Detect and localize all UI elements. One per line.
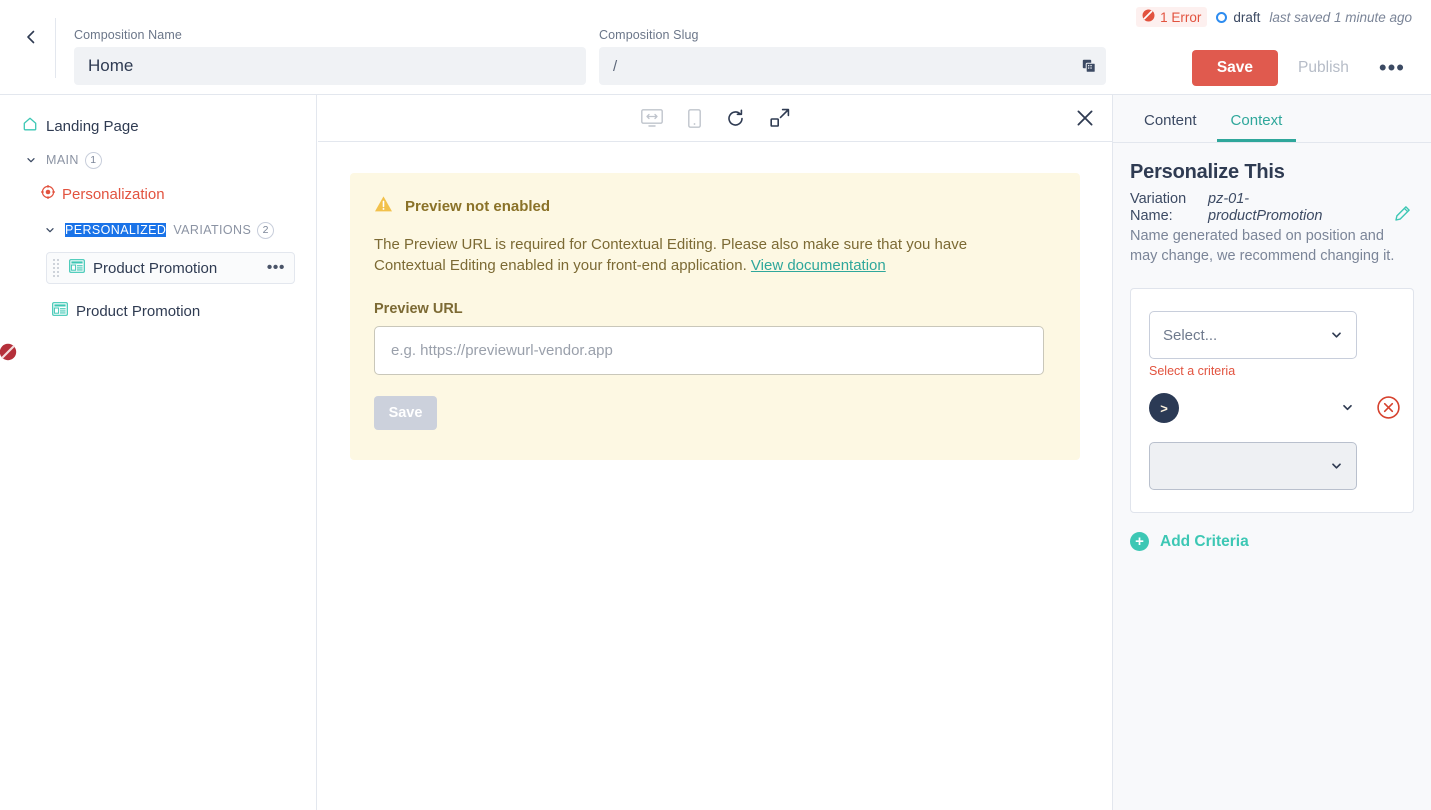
- criteria-select-error: Select a criteria: [1149, 364, 1236, 378]
- refresh-icon[interactable]: [726, 109, 745, 128]
- error-badge-label: 1 Error: [1160, 9, 1202, 25]
- tree-item-label: Product Promotion: [76, 302, 201, 320]
- variations-count: 2: [257, 221, 275, 239]
- composition-name-input[interactable]: Home: [74, 47, 586, 85]
- criteria-card: Select... Select a criteria >: [1130, 288, 1414, 513]
- chevron-down-icon[interactable]: [1341, 401, 1354, 414]
- preview-url-input[interactable]: [374, 325, 1044, 375]
- notice-header: Preview not enabled: [374, 195, 1056, 217]
- notice-title: Preview not enabled: [405, 197, 551, 215]
- tab-content[interactable]: Content: [1130, 112, 1211, 142]
- target-icon: [40, 184, 56, 203]
- preview-url-save-button[interactable]: Save: [374, 395, 437, 430]
- variation-meta: Variation pz-01- Name: productPromotion: [1130, 191, 1414, 224]
- close-icon[interactable]: [1076, 109, 1094, 127]
- plus-circle-icon: +: [1130, 532, 1149, 551]
- tree-item-product-promotion[interactable]: Product Promotion: [52, 295, 292, 327]
- criteria-select[interactable]: Select...: [1149, 311, 1357, 359]
- panel-tabs: Content Context: [1113, 95, 1431, 143]
- more-options-button[interactable]: •••: [1369, 57, 1415, 79]
- pencil-icon[interactable]: [1394, 205, 1411, 222]
- panel-body: Personalize This Variation pz-01- Name: …: [1113, 143, 1431, 551]
- variation-name-label: Name:: [1130, 208, 1173, 224]
- composition-name-label: Composition Name: [74, 28, 182, 42]
- header-divider: [55, 18, 56, 78]
- view-documentation-link[interactable]: View documentation: [751, 257, 886, 274]
- variation-name-note: Name generated based on position and may…: [1130, 228, 1395, 264]
- last-saved-text: last saved 1 minute ago: [1269, 9, 1412, 25]
- variations-label-highlighted: PERSONALIZED: [65, 223, 167, 237]
- row-error-indicator-icon: [0, 343, 17, 366]
- component-icon: [69, 259, 85, 277]
- error-badge[interactable]: 1 Error: [1136, 7, 1208, 27]
- criteria-select-value: Select...: [1163, 326, 1218, 344]
- desktop-preview-icon[interactable]: [640, 109, 663, 127]
- chevron-down-icon: [1330, 460, 1343, 473]
- component-icon: [52, 302, 68, 320]
- sidebar-section-main-count: 1: [84, 151, 102, 169]
- publish-button[interactable]: Publish: [1282, 50, 1365, 86]
- composition-name-group: Composition Name Home: [74, 28, 586, 85]
- draft-status: draft: [1216, 10, 1260, 25]
- tab-context[interactable]: Context: [1216, 112, 1297, 142]
- composition-slug-group: Composition Slug /: [599, 28, 1106, 85]
- tree-item-product-promotion-selected[interactable]: Product Promotion •••: [46, 252, 295, 284]
- variation-name-value: productPromotion: [1208, 208, 1323, 224]
- variation-label: Variation: [1130, 191, 1187, 207]
- composition-slug-value: /: [613, 57, 618, 75]
- criteria-operator-row[interactable]: >: [1149, 393, 1400, 423]
- drag-handle-icon[interactable]: [53, 259, 61, 277]
- add-criteria-label: Add Criteria: [1160, 532, 1249, 550]
- preview-not-enabled-notice: Preview not enabled The Preview URL is r…: [350, 173, 1080, 460]
- copy-icon[interactable]: [1082, 59, 1096, 73]
- variations-label-rest: VARIATIONS: [173, 223, 252, 237]
- chevron-down-icon[interactable]: [41, 225, 59, 235]
- chevron-left-icon: [23, 29, 39, 50]
- sidebar-section-main-label: MAIN: [46, 153, 79, 167]
- preview-url-label: Preview URL: [374, 300, 463, 317]
- sidebar-item-landing-page[interactable]: Landing Page: [0, 111, 316, 141]
- sidebar-section-main[interactable]: MAIN 1: [0, 145, 316, 175]
- notice-body: The Preview URL is required for Contextu…: [374, 234, 1024, 277]
- tree-item-menu-button[interactable]: •••: [267, 260, 285, 276]
- context-panel: Content Context Personalize This Variati…: [1112, 95, 1431, 810]
- add-criteria-button[interactable]: + Add Criteria: [1130, 532, 1414, 551]
- error-slash-icon: [1142, 9, 1155, 25]
- sidebar-section-personalized-variations[interactable]: PERSONALIZED VARIATIONS 2: [0, 215, 316, 245]
- chevron-down-icon[interactable]: [22, 155, 40, 165]
- panel-title: Personalize This: [1130, 161, 1285, 183]
- composition-tree-sidebar: Landing Page MAIN 1 Personalization PERS…: [0, 95, 317, 810]
- tree-item-label: Product Promotion: [93, 259, 218, 277]
- top-bar: Composition Name Home Composition Slug /: [0, 0, 1431, 95]
- composition-slug-label: Composition Slug: [599, 28, 699, 42]
- sidebar-item-landing-page-label: Landing Page: [46, 117, 139, 135]
- sidebar-item-personalization-label: Personalization: [62, 185, 165, 203]
- draft-label: draft: [1233, 9, 1261, 25]
- sidebar-item-personalization[interactable]: Personalization: [0, 179, 316, 209]
- circle-outline-icon: [1216, 11, 1228, 23]
- mobile-preview-icon[interactable]: [687, 108, 701, 128]
- operator-badge-icon: >: [1149, 393, 1179, 423]
- home-icon: [22, 116, 38, 136]
- save-button[interactable]: Save: [1191, 50, 1279, 86]
- composition-slug-input[interactable]: /: [599, 47, 1106, 85]
- preview-toolbar: [318, 95, 1112, 142]
- open-external-icon[interactable]: [769, 108, 790, 128]
- header-actions: Save Publish •••: [1191, 50, 1415, 86]
- criteria-value-select[interactable]: [1149, 442, 1357, 490]
- status-row: 1 Error draft last saved 1 minute ago: [1136, 7, 1412, 27]
- composition-name-value: Home: [88, 56, 134, 75]
- chevron-down-icon: [1330, 329, 1343, 342]
- back-button[interactable]: [14, 22, 48, 56]
- variation-value: pz-01-: [1208, 191, 1250, 207]
- preview-area: Preview not enabled The Preview URL is r…: [318, 95, 1112, 810]
- warning-triangle-icon: [374, 195, 393, 217]
- remove-circle-icon[interactable]: [1376, 395, 1401, 420]
